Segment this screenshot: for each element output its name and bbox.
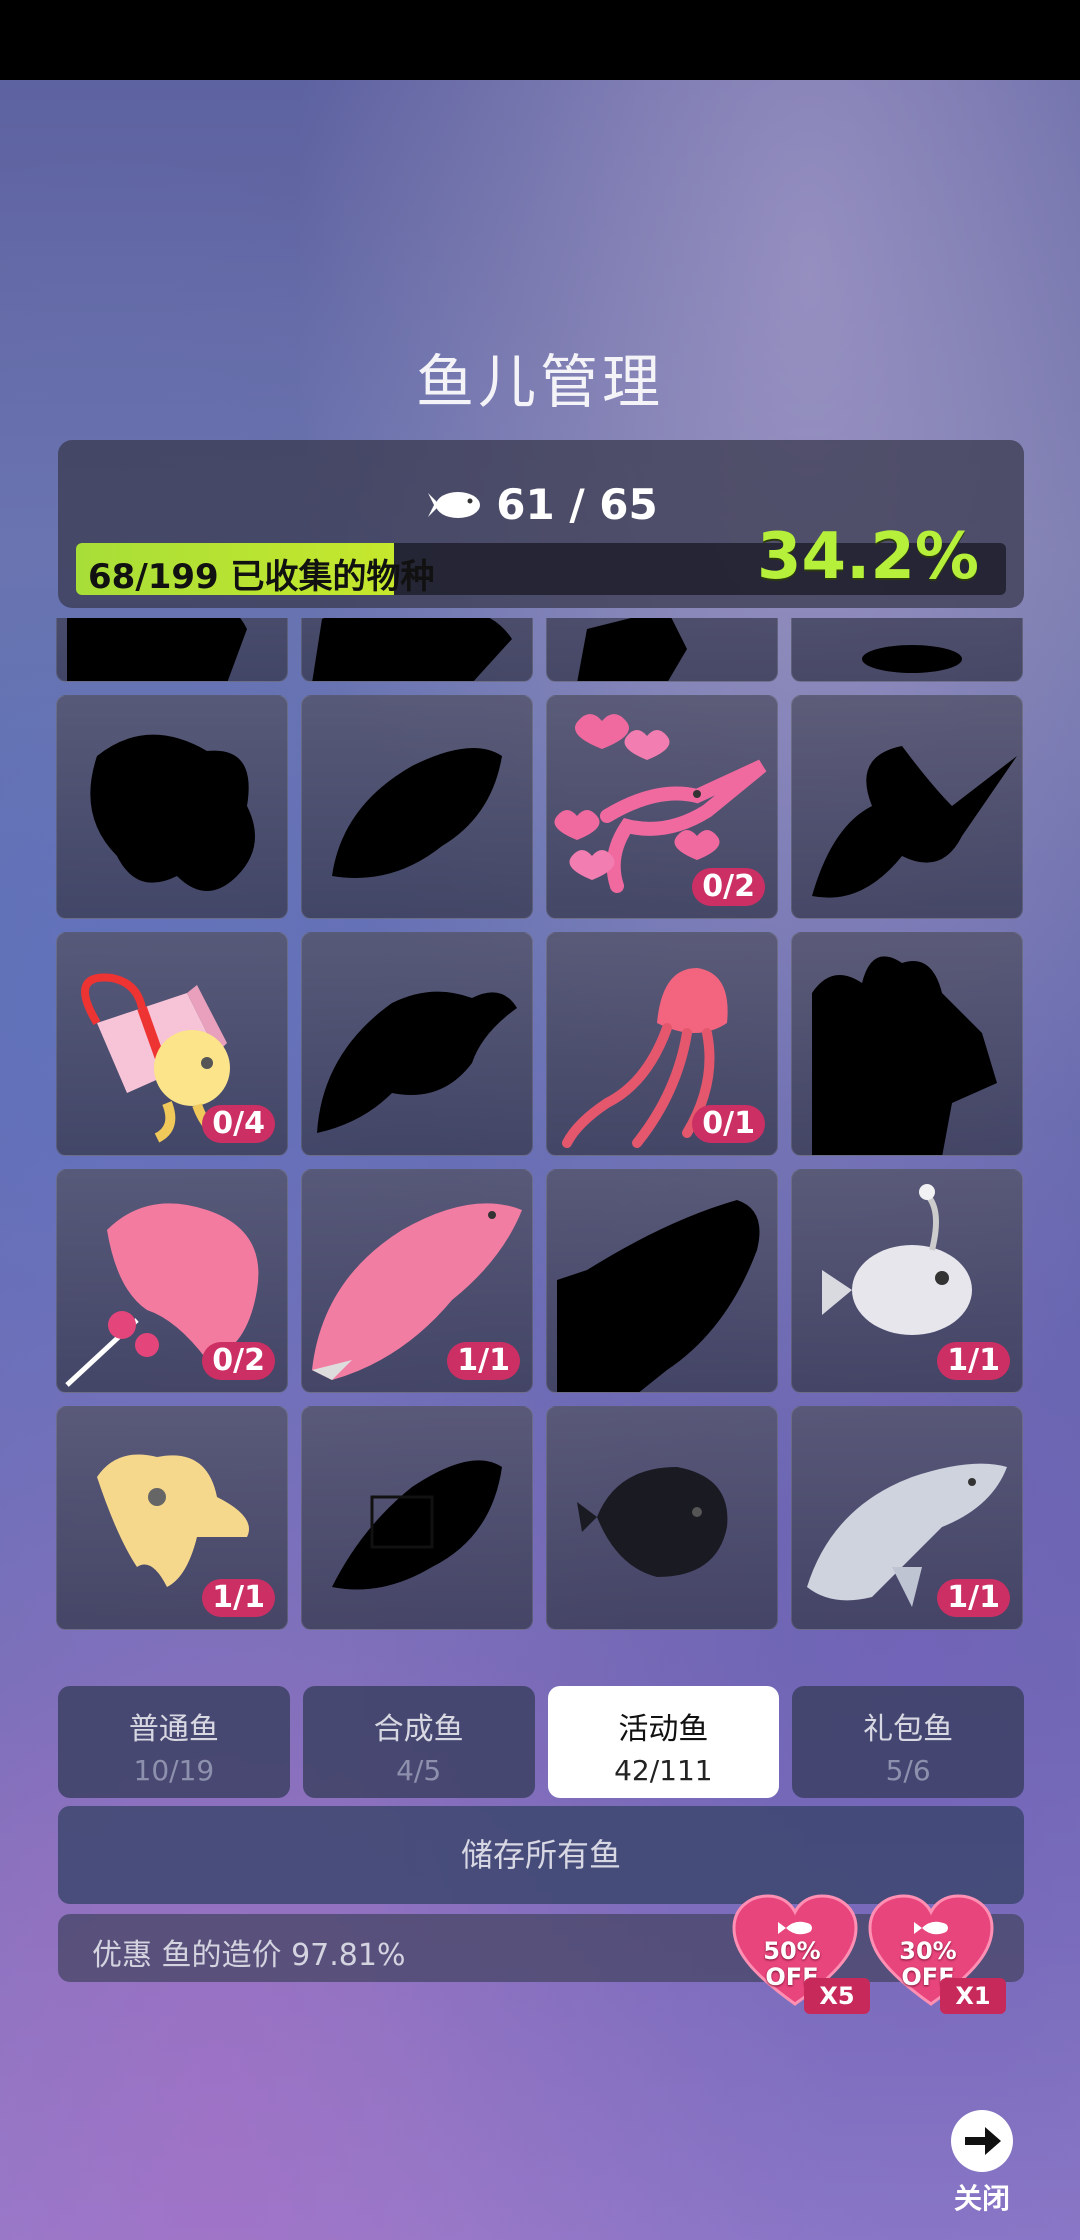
fish-cell[interactable] (301, 1406, 533, 1630)
fish-cell[interactable] (546, 1169, 778, 1393)
fish-cell[interactable] (791, 932, 1023, 1156)
tab-count: 42/111 (614, 1754, 713, 1787)
tab-label: 合成鱼 (373, 1712, 464, 1747)
collection-percent: 34.2% (756, 520, 979, 594)
tab-event-fish[interactable]: 活动鱼 42/111 (547, 1686, 780, 1798)
fish-count: 61 / 65 (496, 480, 658, 529)
fish-cell[interactable]: 1/1 (791, 1169, 1023, 1393)
category-tabs: 普通鱼 10/19 合成鱼 4/5 活动鱼 42/111 礼包鱼 5/6 (58, 1686, 1024, 1798)
collection-progress-label: 68/199 已收集的物种 (88, 557, 435, 595)
fish-progress-badge: 1/1 (937, 1342, 1010, 1380)
tab-gift-fish[interactable]: 礼包鱼 5/6 (792, 1686, 1024, 1798)
fish-progress-badge: 1/1 (447, 1342, 520, 1380)
fish-cell[interactable]: 0/2 (56, 1169, 288, 1393)
butterfly-fish-silhouette-icon (90, 734, 255, 891)
coupon-multiplier: X1 (940, 1978, 1006, 2014)
sea-turtle-silhouette-icon (317, 991, 517, 1133)
fish-progress-badge: 0/2 (202, 1342, 275, 1380)
tab-count: 4/5 (396, 1754, 442, 1787)
page-title: 鱼儿管理 (415, 348, 664, 416)
fish-cell[interactable] (56, 618, 288, 682)
fish-cell[interactable]: 1/1 (791, 1406, 1023, 1630)
fish-grid-inner: 0/2 0/4 0/1 0/2 1/1 1/1 1/1 1/1 (56, 618, 1023, 1636)
fish-grid: 0/2 0/4 0/1 0/2 1/1 1/1 1/1 1/1 (56, 618, 1026, 1636)
fish-progress-badge: 1/1 (937, 1579, 1010, 1617)
coupon-50-off[interactable]: 50% OFF X5 (730, 1892, 870, 2014)
fish-cell[interactable] (301, 618, 533, 682)
tab-label: 礼包鱼 (863, 1712, 954, 1747)
fish-cell[interactable] (791, 618, 1023, 682)
fish-progress-badge: 0/2 (692, 868, 765, 906)
coupon-30-off[interactable]: 30% OFF X1 (866, 1892, 1006, 2014)
coupon-multiplier: X5 (804, 1978, 870, 2014)
shark-silhouette-icon (557, 1200, 760, 1392)
discount-text: 优惠 鱼的造价 97.81% (92, 1938, 406, 1973)
fish-progress-badge: 0/4 (202, 1105, 275, 1143)
store-all-fish-button[interactable]: 储存所有鱼 (58, 1806, 1024, 1904)
fish-cell[interactable]: 0/4 (56, 932, 288, 1156)
fish-cell[interactable] (791, 695, 1023, 919)
fish-cell[interactable] (546, 618, 778, 682)
swordfish-silhouette-icon (812, 746, 1017, 898)
fish-cell[interactable]: 0/2 (546, 695, 778, 919)
fish-progress-badge: 0/1 (692, 1105, 765, 1143)
angelfish-icon (577, 1467, 728, 1577)
tab-count: 5/6 (885, 1754, 931, 1787)
fish-cell[interactable] (301, 932, 533, 1156)
tab-count: 10/19 (133, 1754, 215, 1787)
fish-silhouette-icon (332, 748, 502, 878)
fish-cell[interactable]: 0/1 (546, 932, 778, 1156)
fish-cell[interactable]: 1/1 (301, 1169, 533, 1393)
close-label[interactable]: 关闭 (944, 2177, 1020, 2217)
fish-cell[interactable] (56, 695, 288, 919)
fish-progress-badge: 1/1 (202, 1579, 275, 1617)
close-arrow-icon[interactable] (951, 2110, 1013, 2172)
tab-label: 活动鱼 (618, 1712, 709, 1747)
fish-silhouette-icon (332, 1460, 502, 1590)
collection-summary: 61 / 65 68/199 已收集的物种 34.2% (58, 440, 1024, 608)
status-bar (0, 0, 1080, 80)
fish-cell[interactable] (301, 695, 533, 919)
tab-merged-fish[interactable]: 合成鱼 4/5 (302, 1686, 535, 1798)
gift-box-silhouette-icon (812, 956, 997, 1155)
fish-icon (428, 491, 481, 518)
tab-normal-fish[interactable]: 普通鱼 10/19 (58, 1686, 290, 1798)
tab-label: 普通鱼 (128, 1712, 219, 1747)
fish-cell[interactable] (546, 1406, 778, 1630)
fish-cell[interactable]: 1/1 (56, 1406, 288, 1630)
